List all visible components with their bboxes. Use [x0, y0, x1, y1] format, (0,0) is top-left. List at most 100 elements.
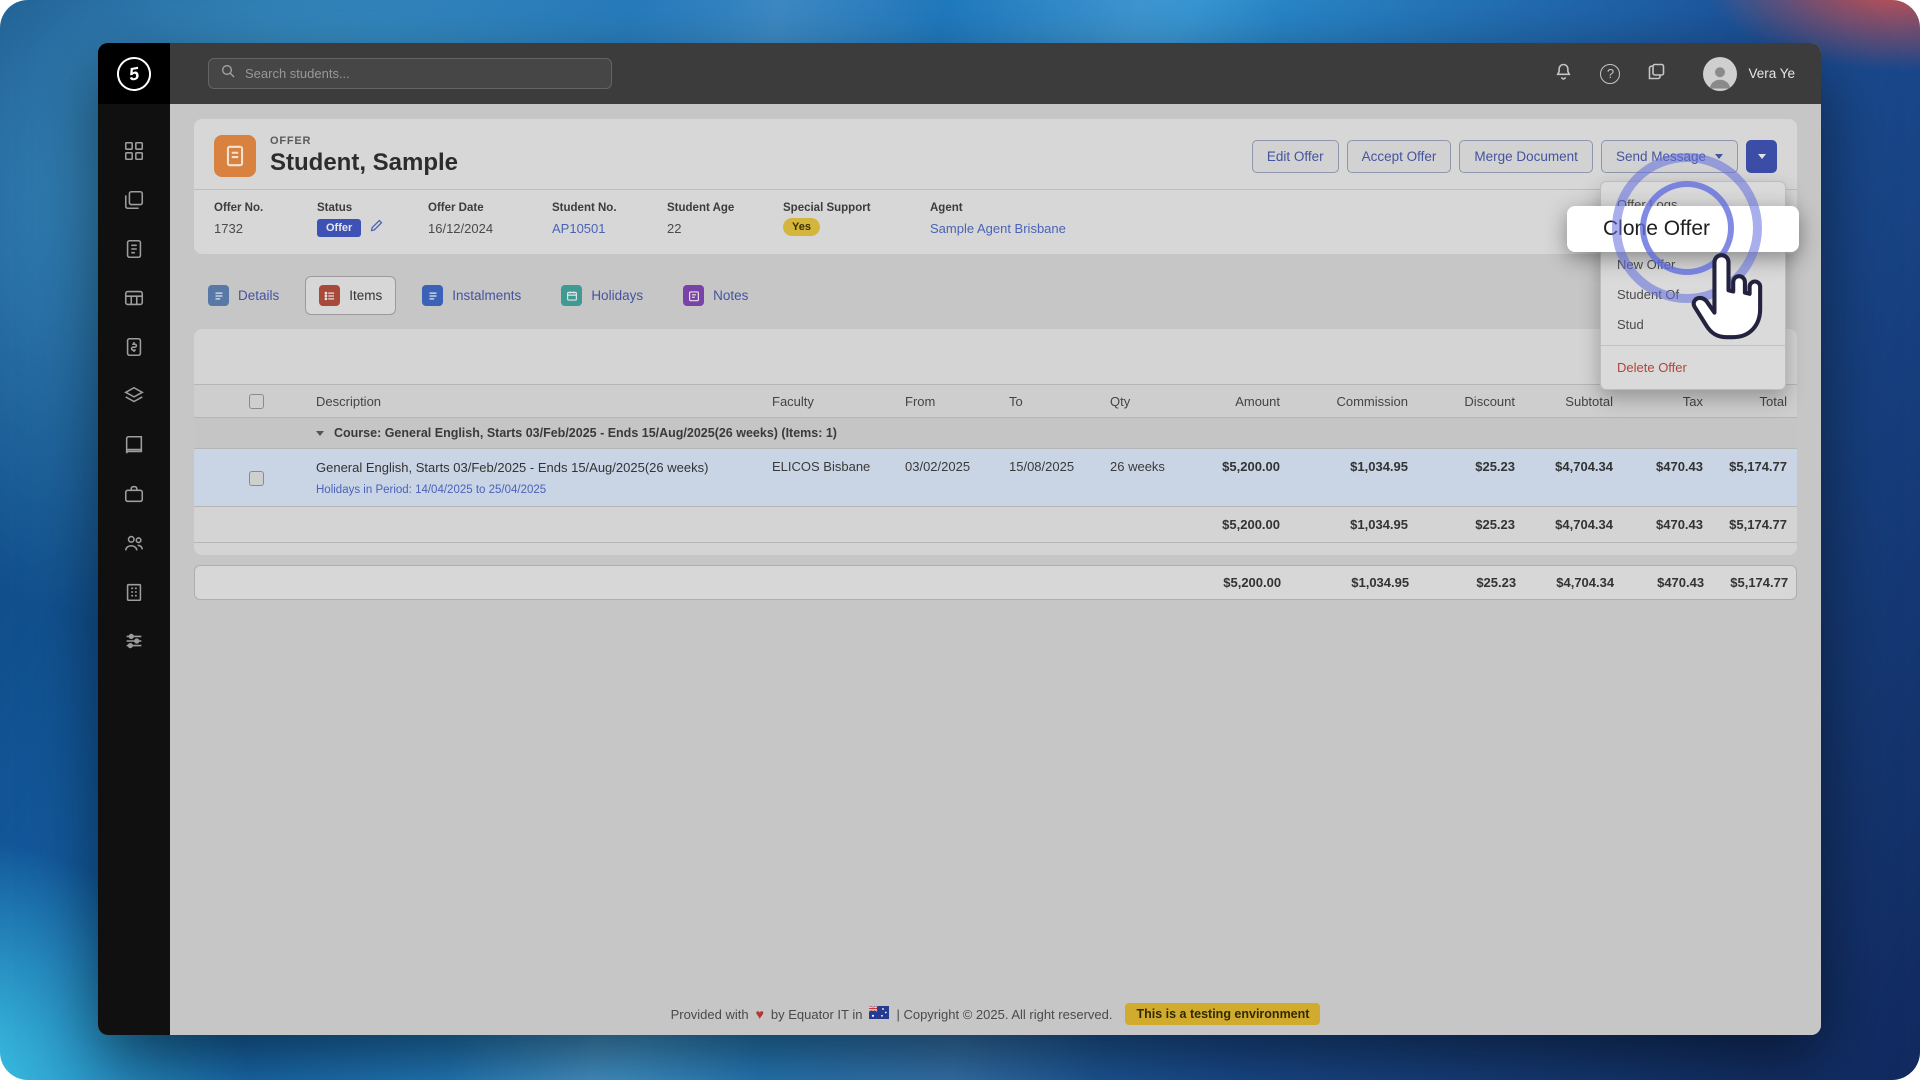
notes-calendar-icon: [683, 285, 704, 306]
item-from: 03/02/2025: [895, 449, 999, 507]
student-no-field: Student No. AP10501: [552, 202, 667, 238]
subjects-icon[interactable]: [123, 434, 145, 456]
edit-status-pencil-icon[interactable]: [369, 218, 384, 238]
avatar: [1703, 57, 1737, 91]
grand-total-discount: $25.23: [1419, 566, 1526, 599]
reports-icon[interactable]: [123, 287, 145, 309]
edit-offer-button[interactable]: Edit Offer: [1252, 140, 1339, 173]
student-no-link[interactable]: AP10501: [552, 221, 667, 236]
tab-items[interactable]: Items: [305, 276, 396, 315]
merge-document-button[interactable]: Merge Document: [1459, 140, 1593, 173]
items-panel: New Item Description Faculty From: [194, 329, 1797, 555]
col-qty: Qty: [1100, 385, 1189, 418]
course-group-label: Course: General English, Starts 03/Feb/2…: [334, 426, 837, 440]
group-total-amount: $5,200.00: [1189, 507, 1290, 543]
agents-icon[interactable]: [123, 532, 145, 554]
footer: Provided with ♥ by Equator IT in | Copyr…: [170, 1003, 1821, 1025]
services-icon[interactable]: [123, 483, 145, 505]
australia-flag-icon: [869, 1006, 889, 1022]
item-description: General English, Starts 03/Feb/2025 - En…: [316, 459, 752, 477]
table-header-row: Description Faculty From To Qty Amount C…: [194, 385, 1797, 418]
col-commission: Commission: [1290, 385, 1418, 418]
tab-notes-label: Notes: [713, 288, 748, 303]
item-commission: $1,034.95: [1290, 449, 1418, 507]
offer-document-icon: [214, 135, 256, 177]
item-faculty: ELICOS Bisbane: [762, 449, 895, 507]
search-icon: [220, 63, 236, 84]
items-table: Description Faculty From To Qty Amount C…: [194, 384, 1797, 543]
offer-tabs: Details Items Instalments Holidays Notes: [194, 276, 1797, 315]
campus-icon[interactable]: [123, 581, 145, 603]
collapse-caret-icon[interactable]: [316, 431, 324, 436]
user-menu[interactable]: Vera Ye: [1703, 57, 1795, 91]
settings-icon[interactable]: [123, 630, 145, 652]
invoices-icon[interactable]: [123, 336, 145, 358]
windows-copy-icon[interactable]: [1646, 61, 1667, 87]
topbar: ? Vera Ye: [170, 43, 1821, 104]
user-name: Vera Ye: [1748, 66, 1795, 81]
item-holiday-note: Holidays in Period: 14/04/2025 to 25/04/…: [316, 484, 752, 496]
chevron-down-icon: [1715, 154, 1723, 159]
item-total: $5,174.77: [1713, 449, 1797, 507]
instalments-doc-icon: [422, 285, 443, 306]
course-group-row[interactable]: Course: General English, Starts 03/Feb/2…: [194, 418, 1797, 449]
agent-field: Agent Sample Agent Brisbane: [930, 202, 1066, 238]
heart-icon: ♥: [756, 1006, 764, 1022]
tab-holidays[interactable]: Holidays: [547, 276, 657, 315]
agent-link[interactable]: Sample Agent Brisbane: [930, 221, 1066, 236]
grand-total-total: $5,174.77: [1714, 566, 1797, 599]
offer-header-card: OFFER Student, Sample Edit Offer Accept …: [194, 119, 1797, 254]
offers-icon[interactable]: [123, 238, 145, 260]
hand-cursor-icon: [1684, 246, 1766, 363]
testing-environment-badge: This is a testing environment: [1125, 1003, 1320, 1025]
offer-no-field: Offer No. 1732: [214, 202, 317, 238]
tab-details[interactable]: Details: [194, 276, 293, 315]
notifications-bell-icon[interactable]: [1553, 61, 1574, 87]
desktop: 5 ?: [0, 0, 1920, 1080]
footer-text: by Equator IT in: [771, 1007, 863, 1022]
details-doc-icon: [208, 285, 229, 306]
col-faculty: Faculty: [762, 385, 895, 418]
help-icon[interactable]: ?: [1600, 64, 1620, 84]
accept-offer-button[interactable]: Accept Offer: [1347, 140, 1452, 173]
offer-section-label: OFFER: [270, 135, 458, 147]
holidays-calendar-icon: [561, 285, 582, 306]
item-amount: $5,200.00: [1189, 449, 1290, 507]
student-age-field: Student Age 22: [667, 202, 783, 238]
col-description: Description: [306, 385, 762, 418]
item-discount: $25.23: [1418, 449, 1525, 507]
tab-instalments[interactable]: Instalments: [408, 276, 535, 315]
search-box[interactable]: [208, 58, 612, 89]
search-input[interactable]: [245, 66, 600, 81]
students-icon[interactable]: [123, 189, 145, 211]
grand-total-commission: $1,034.95: [1291, 566, 1419, 599]
footer-copyright: | Copyright © 2025. All right reserved.: [896, 1007, 1112, 1022]
group-total-tax: $470.43: [1623, 507, 1713, 543]
status-field: Status Offer: [317, 202, 428, 238]
row-checkbox[interactable]: [249, 471, 264, 486]
courses-icon[interactable]: [123, 385, 145, 407]
item-to: 15/08/2025: [999, 449, 1100, 507]
tab-instalments-label: Instalments: [452, 288, 521, 303]
status-badge: Offer: [317, 219, 361, 237]
select-all-checkbox[interactable]: [249, 394, 264, 409]
page-title: Student, Sample: [270, 149, 458, 177]
special-support-field: Special Support Yes: [783, 202, 930, 238]
item-subtotal: $4,704.34: [1525, 449, 1623, 507]
more-actions-dropdown-button[interactable]: [1746, 140, 1777, 173]
dashboard-icon[interactable]: [123, 140, 145, 162]
app-logo[interactable]: 5: [98, 43, 170, 104]
offer-meta-row: Offer No. 1732 Status Offer Offer Date 1…: [194, 189, 1797, 254]
col-from: From: [895, 385, 999, 418]
tab-items-label: Items: [349, 288, 382, 303]
tab-notes[interactable]: Notes: [669, 276, 762, 315]
group-total-subtotal: $4,704.34: [1525, 507, 1623, 543]
app-window: 5 ?: [98, 43, 1821, 1035]
tab-details-label: Details: [238, 288, 279, 303]
offer-date-field: Offer Date 16/12/2024: [428, 202, 552, 238]
grand-total-amount: $5,200.00: [1190, 566, 1291, 599]
footer-text: Provided with: [671, 1007, 749, 1022]
col-discount: Discount: [1418, 385, 1525, 418]
table-row[interactable]: General English, Starts 03/Feb/2025 - En…: [194, 449, 1797, 507]
tab-holidays-label: Holidays: [591, 288, 643, 303]
